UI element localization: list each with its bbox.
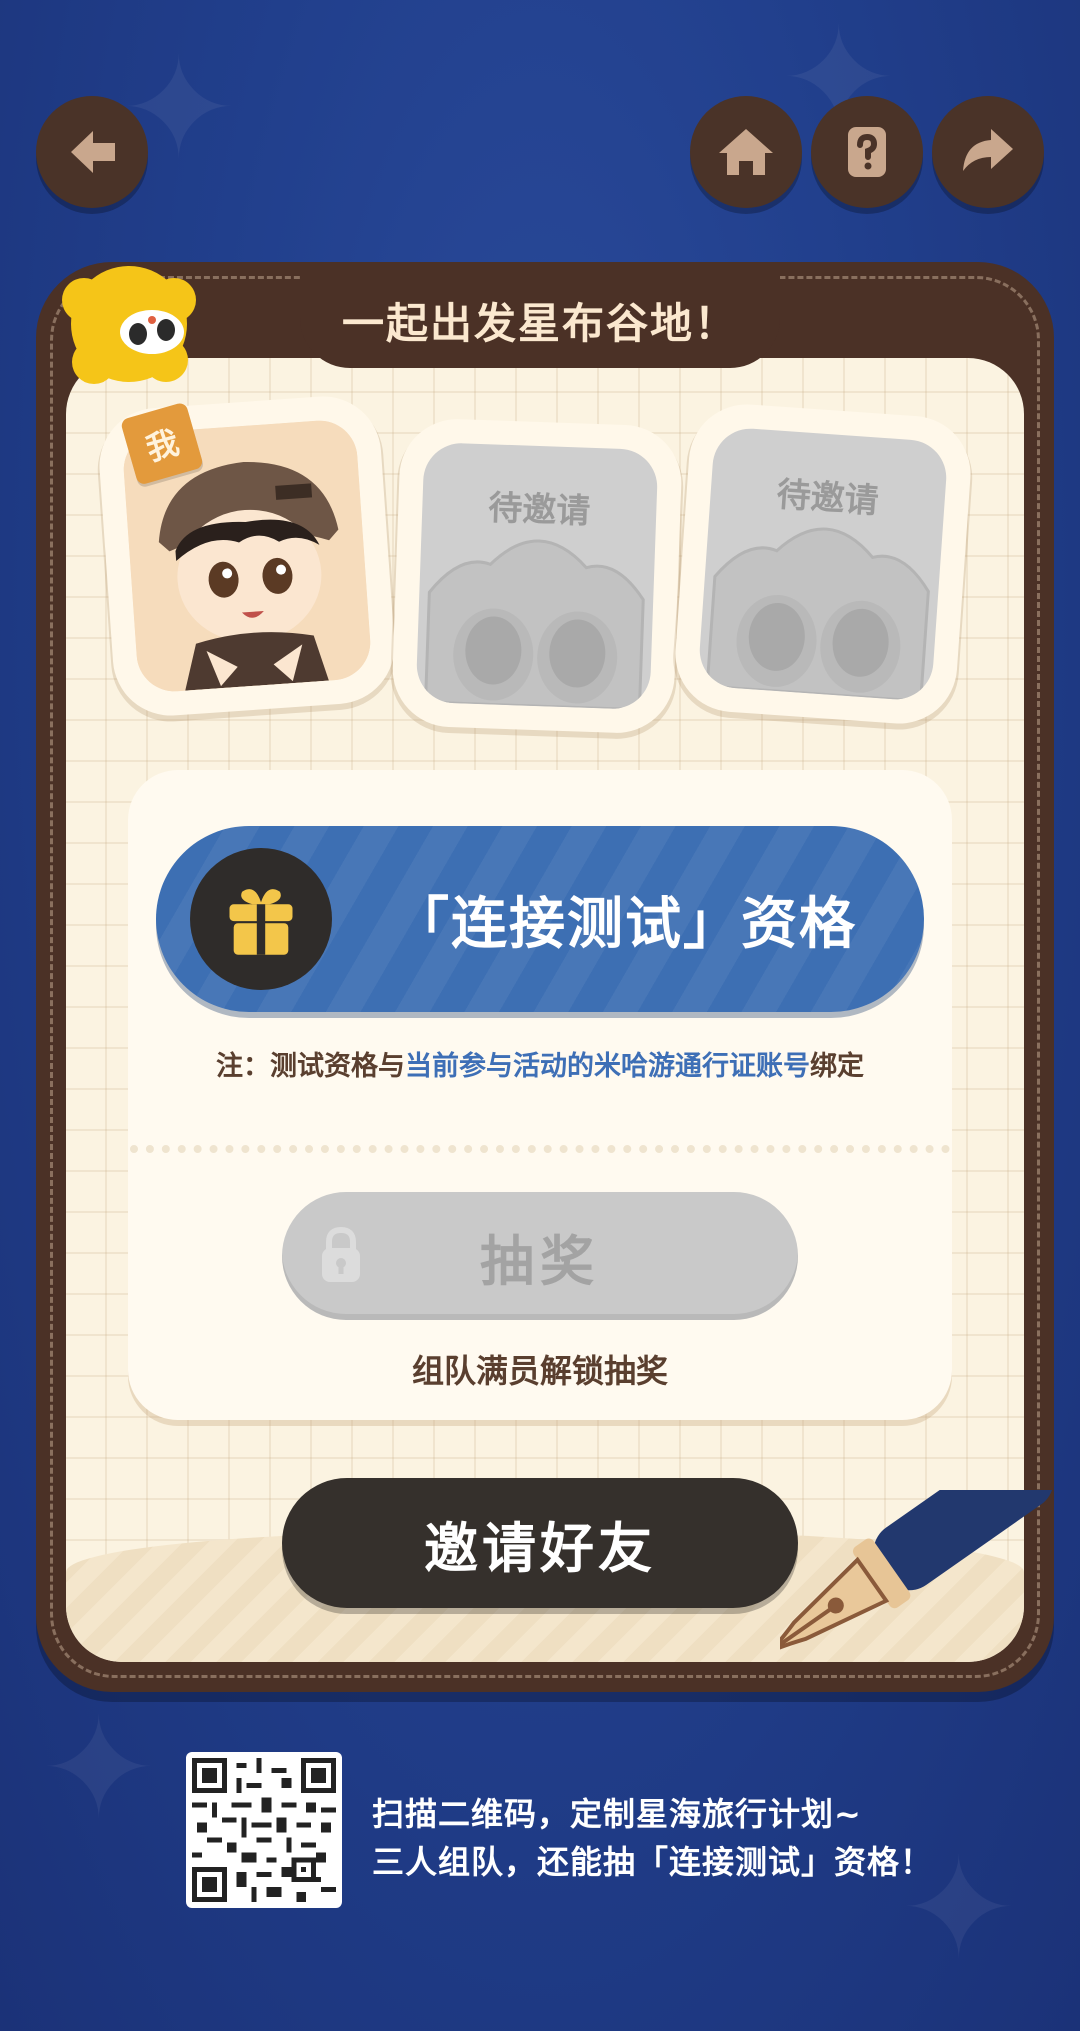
gift-badge [190,848,332,990]
empty-slot: 待邀请 [697,426,949,702]
placeholder-creature-icon [705,527,930,702]
home-button[interactable] [690,96,802,208]
reward-banner: 「连接测试」资格 [156,826,924,1012]
note-prefix: 注：测试资格与 [216,1051,405,1082]
reward-note: 注：测试资格与当前参与活动的米哈游通行证账号绑定 [120,1044,960,1083]
back-button[interactable] [36,96,148,208]
footer-line-2: 三人组队，还能抽「连接测试」资格！ [372,1843,934,1881]
gift-icon [229,889,293,955]
reward-label: 「连接测试」资格 [393,891,857,957]
footer-line-1: 扫描二维码，定制星海旅行计划~ [372,1795,862,1833]
help-button[interactable] [811,96,923,208]
title-tab: 一起出发星布谷地！ [300,272,780,368]
placeholder-creature-icon [423,539,645,711]
team-slot-invite[interactable]: 待邀请 [682,411,964,717]
lottery-hint: 组队满员解锁抽奖 [411,1352,668,1390]
back-arrow-icon [71,131,115,173]
panel-divider [130,1145,950,1153]
fountain-pen-icon [780,1490,1054,1656]
mascot-icon [62,266,196,384]
question-icon [848,127,886,177]
background-decoration: ✦ [40,1688,158,1851]
empty-slot: 待邀请 [415,441,659,711]
qr-code [186,1752,342,1908]
note-suffix: 绑定 [810,1051,864,1082]
page-title: 一起出发星布谷地！ [341,298,738,348]
team-slot-me[interactable]: 我 [106,401,388,709]
invite-friends-button[interactable]: 邀请好友 [282,1478,798,1608]
share-button[interactable] [932,96,1044,208]
note-highlight: 当前参与活动的米哈游通行证账号 [405,1051,810,1082]
lottery-label: 抽奖 [480,1229,600,1293]
footer-text: 扫描二维码，定制星海旅行计划~ 三人组队，还能抽「连接测试」资格！ [372,1790,933,1886]
home-icon [719,129,773,175]
lottery-button[interactable]: 抽奖 [282,1192,798,1320]
qr-code-icon [192,1758,336,1902]
share-arrow-icon [963,129,1013,171]
team-slot-invite[interactable]: 待邀请 [401,427,673,725]
